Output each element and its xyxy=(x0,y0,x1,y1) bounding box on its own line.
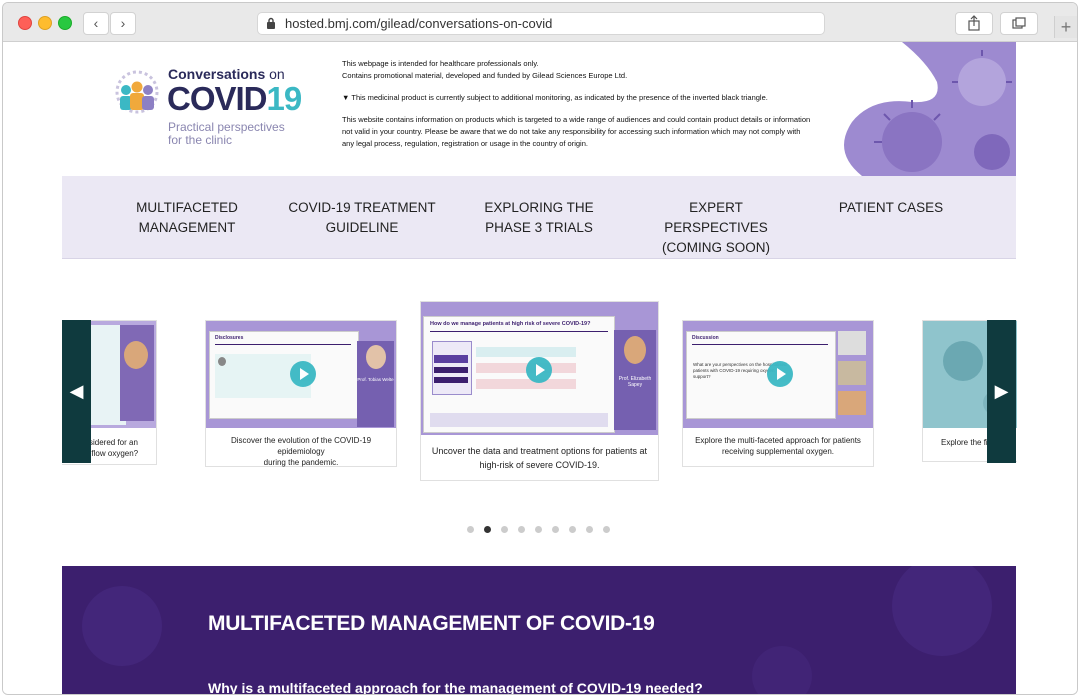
carousel-dot[interactable] xyxy=(467,526,474,533)
carousel-dot[interactable] xyxy=(586,526,593,533)
video-thumbnail: Discussion What are your perspectives on… xyxy=(683,321,873,428)
plus-icon: + xyxy=(1060,17,1072,37)
tabs-icon xyxy=(1012,17,1026,29)
carousel-dot-active[interactable] xyxy=(484,526,491,533)
section-heading: MULTIFACETED MANAGEMENT OF COVID-19 xyxy=(208,612,655,635)
share-icon xyxy=(968,15,980,31)
logo-tagline: Practical perspectives for the clinic xyxy=(168,120,285,147)
browser-toolbar: ‹ › hosted.bmj.com/gilead/conversations-… xyxy=(3,3,1077,42)
carousel-next-button[interactable]: ▶ xyxy=(987,320,1016,463)
carousel-dot[interactable] xyxy=(501,526,508,533)
minimize-window-button[interactable] xyxy=(38,16,52,30)
share-button[interactable] xyxy=(955,12,993,35)
video-card-featured[interactable]: How do we manage patients at high risk o… xyxy=(420,301,659,481)
nav-covid-treatment-guideline[interactable]: COVID-19 TREATMENT GUIDELINE xyxy=(287,198,437,238)
video-thumbnail: How do we manage patients at high risk o… xyxy=(421,302,658,435)
zoom-window-button[interactable] xyxy=(58,16,72,30)
nav-expert-perspectives[interactable]: EXPERT PERSPECTIVES (COMING SOON) xyxy=(636,198,796,258)
chevron-right-icon: › xyxy=(120,15,126,31)
browser-window: ‹ › hosted.bmj.com/gilead/conversations-… xyxy=(2,2,1078,695)
web-page: Conversations on COVID19 Practical persp… xyxy=(3,42,1077,694)
slide-preview: How do we manage patients at high risk o… xyxy=(423,316,615,433)
multifaceted-management-section: MULTIFACETED MANAGEMENT OF COVID-19 Why … xyxy=(62,566,1016,694)
video-carousel: onsidered for an gh-flow oxygen? Disclosu… xyxy=(62,298,1017,538)
video-caption: Discover the evolution of the COVID-19 e… xyxy=(230,436,372,467)
nav-patient-cases[interactable]: PATIENT CASES xyxy=(832,198,950,218)
carousel-dot[interactable] xyxy=(518,526,525,533)
play-icon[interactable] xyxy=(290,361,316,387)
address-bar[interactable]: hosted.bmj.com/gilead/conversations-on-c… xyxy=(257,12,825,35)
nav-multifaceted-management[interactable]: MULTIFACETED MANAGEMENT xyxy=(122,198,252,238)
carousel-prev-button[interactable]: ◀ xyxy=(62,320,91,463)
forward-button[interactable]: › xyxy=(110,12,136,35)
slide-preview: Disclosures xyxy=(209,331,359,419)
speaker-photo xyxy=(838,331,866,355)
main-navigation: MULTIFACETED MANAGEMENT COVID-19 TREATMEN… xyxy=(62,176,1016,259)
disclaimer-hcp: This webpage is intended for healthcare … xyxy=(342,59,539,68)
close-window-button[interactable] xyxy=(18,16,32,30)
virus-illustration xyxy=(842,42,1016,176)
disclaimer-monitoring: ▼ This medicinal product is currently su… xyxy=(342,93,768,102)
speaker-photo: Prof. Tobias Welte xyxy=(357,341,394,427)
carousel-dot[interactable] xyxy=(535,526,542,533)
new-tab-button[interactable]: + xyxy=(1054,16,1077,38)
video-thumbnail: Disclosures Prof. Tobias Welte xyxy=(206,321,396,428)
nav-exploring-phase3-trials[interactable]: EXPLORING THE PHASE 3 TRIALS xyxy=(474,198,604,238)
lock-icon xyxy=(267,17,275,29)
speaker-photo: Prof. Elizabeth Sapey xyxy=(614,330,656,430)
carousel-dot[interactable] xyxy=(603,526,610,533)
disclaimer: This webpage is intended for healthcare … xyxy=(342,58,812,160)
arrow-right-icon: ▶ xyxy=(994,381,1009,401)
back-button[interactable]: ‹ xyxy=(83,12,109,35)
play-icon[interactable] xyxy=(526,357,552,383)
video-caption: Explore the multi-faceted approach for p… xyxy=(695,436,861,456)
play-icon[interactable] xyxy=(767,361,793,387)
speaker-photo xyxy=(838,361,866,385)
carousel-dot[interactable] xyxy=(569,526,576,533)
chevron-left-icon: ‹ xyxy=(93,15,99,31)
speaker-photo xyxy=(838,391,866,415)
url-text: hosted.bmj.com/gilead/conversations-on-c… xyxy=(285,16,553,31)
carousel-dot[interactable] xyxy=(552,526,559,533)
disclaimer-funding: Contains promotional material, developed… xyxy=(342,71,628,80)
people-group-icon xyxy=(115,70,159,114)
site-header: Conversations on COVID19 Practical persp… xyxy=(62,42,1016,176)
video-caption: Uncover the data and treatment options f… xyxy=(431,446,648,470)
disclaimer-legal: This website contains information on pro… xyxy=(342,115,811,148)
video-card[interactable]: Discussion What are your perspectives on… xyxy=(682,320,874,467)
slide-preview: Discussion What are your perspectives on… xyxy=(686,331,836,419)
logo-line2: COVID19 xyxy=(167,80,302,117)
tabs-overview-button[interactable] xyxy=(1000,12,1038,35)
section-subheading: Why is a multifaceted approach for the m… xyxy=(208,680,703,694)
video-card[interactable]: Disclosures Prof. Tobias Welte Discover … xyxy=(205,320,397,467)
arrow-left-icon: ◀ xyxy=(69,381,84,401)
